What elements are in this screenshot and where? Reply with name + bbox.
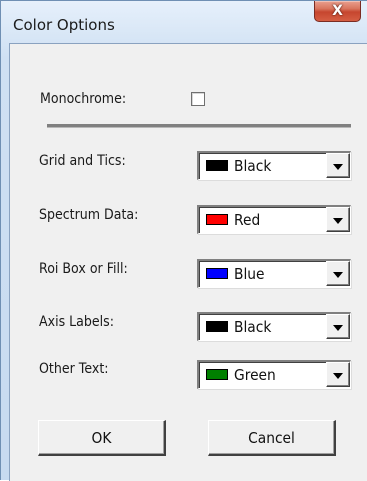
grid-and-tics-selected-value: Black [234, 157, 272, 175]
close-icon: X [332, 3, 343, 19]
other-text-selected-value: Green [234, 366, 276, 384]
color-options-dialog: Color Options X Monochrome: Grid and Tic… [0, 0, 367, 481]
axis-labels-label: Axis Labels: [39, 314, 114, 330]
grid-and-tics-label: Grid and Tics: [39, 153, 126, 169]
separator-line [47, 124, 351, 128]
spectrum-data-select[interactable]: Red [197, 205, 351, 234]
dialog-body: Monochrome: Grid and Tics: Black Spectru… [9, 43, 367, 481]
other-text-color-swatch [206, 369, 228, 380]
roi-box-or-fill-color-swatch [206, 268, 228, 279]
cancel-button-label: Cancel [248, 429, 295, 447]
grid-and-tics-dropdown-button[interactable] [326, 153, 350, 178]
spectrum-data-color-swatch [206, 214, 228, 225]
axis-labels-color-swatch [206, 321, 228, 332]
title-bar: Color Options X [1, 1, 367, 43]
grid-and-tics-select[interactable]: Black [197, 151, 351, 180]
chevron-down-icon [333, 218, 343, 224]
spectrum-data-selected-value: Red [234, 211, 261, 229]
ok-button[interactable]: OK [38, 420, 166, 456]
spectrum-data-dropdown-button[interactable] [326, 207, 350, 232]
roi-box-or-fill-dropdown-button[interactable] [326, 261, 350, 286]
dialog-title: Color Options [13, 16, 115, 34]
other-text-dropdown-button[interactable] [326, 362, 350, 387]
monochrome-checkbox[interactable] [191, 92, 205, 106]
other-text-label: Other Text: [39, 361, 109, 377]
monochrome-label: Monochrome: [40, 91, 127, 107]
axis-labels-selected-value: Black [234, 318, 272, 336]
roi-box-or-fill-selected-value: Blue [234, 265, 265, 283]
axis-labels-dropdown-button[interactable] [326, 314, 350, 339]
close-button[interactable]: X [314, 1, 361, 22]
chevron-down-icon [333, 164, 343, 170]
chevron-down-icon [333, 373, 343, 379]
chevron-down-icon [333, 272, 343, 278]
axis-labels-select[interactable]: Black [197, 312, 351, 341]
other-text-select[interactable]: Green [197, 360, 351, 389]
cancel-button[interactable]: Cancel [208, 420, 336, 456]
roi-box-or-fill-label: Roi Box or Fill: [39, 261, 128, 277]
grid-and-tics-color-swatch [206, 160, 228, 171]
ok-button-label: OK [91, 429, 112, 447]
roi-box-or-fill-select[interactable]: Blue [197, 259, 351, 288]
chevron-down-icon [333, 325, 343, 331]
spectrum-data-label: Spectrum Data: [39, 207, 139, 223]
